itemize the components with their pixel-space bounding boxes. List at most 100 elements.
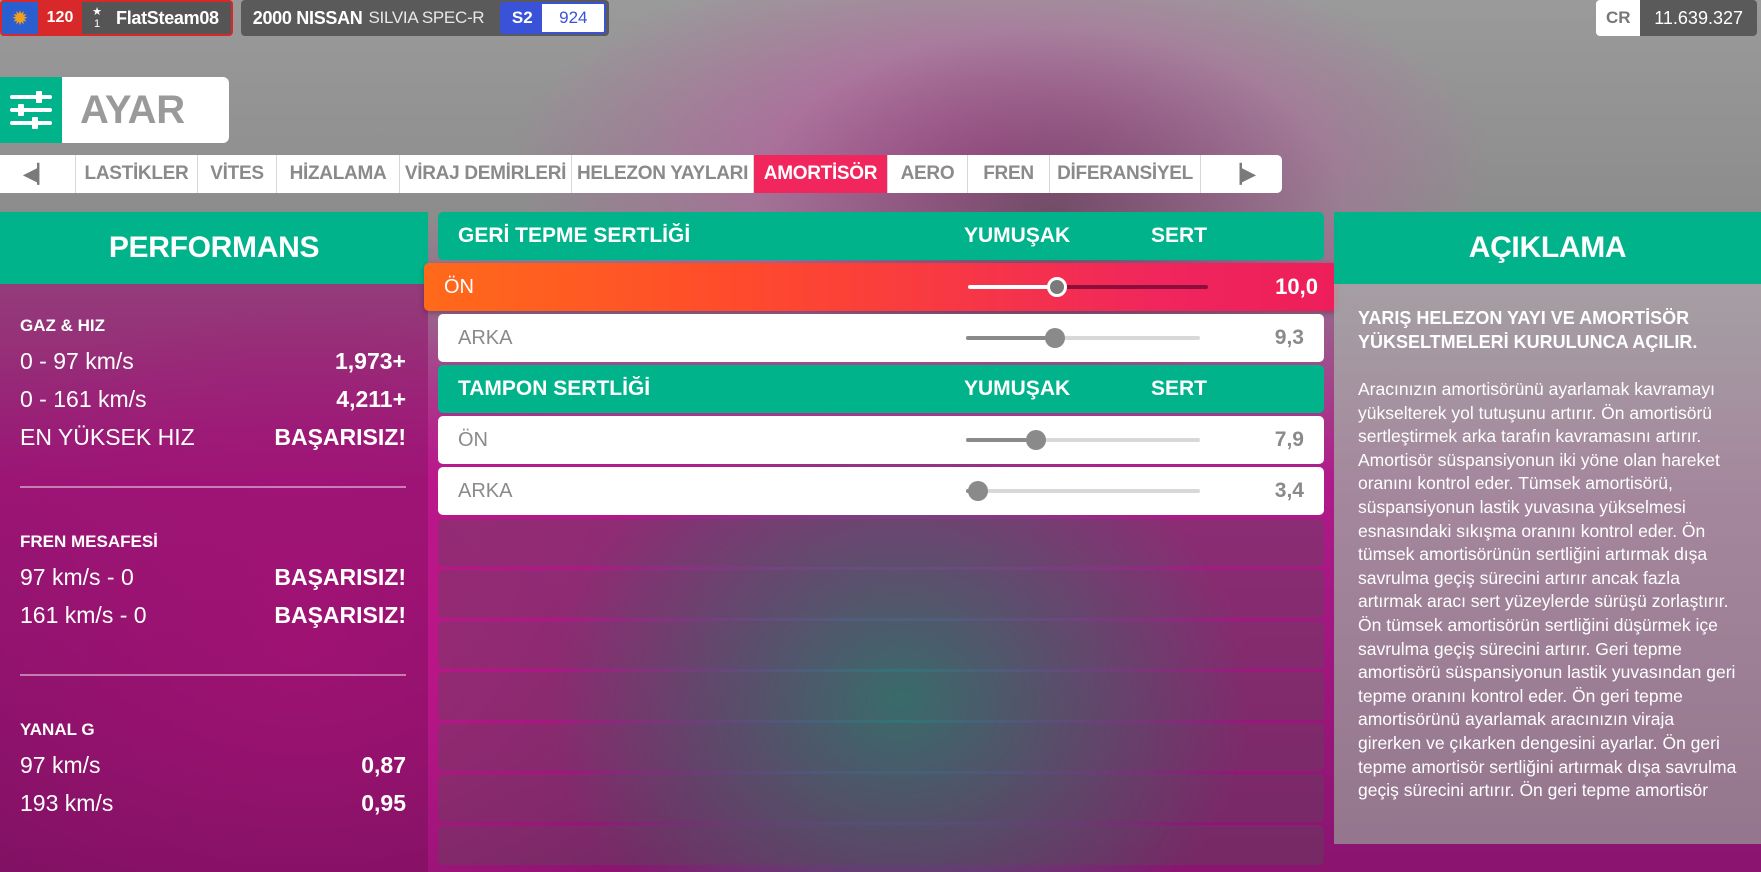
description-text: Aracınızın amortisörünü ayarlamak kavram… — [1358, 379, 1737, 801]
perf-row: 161 km/s - 0 BAŞARISIZ! — [20, 596, 406, 634]
perf-row: 97 km/s - 0 BAŞARISIZ! — [20, 558, 406, 596]
rebound-front-slider[interactable] — [968, 277, 1208, 297]
rebound-front-row[interactable]: ÖN 10,0 — [424, 263, 1338, 311]
perf-row: 0 - 161 km/s 4,211+ — [20, 380, 406, 418]
soft-label: YUMUŞAK — [964, 224, 1071, 247]
description-title: AÇIKLAMA — [1334, 212, 1761, 284]
perf-row: 193 km/s 0,95 — [20, 784, 406, 822]
tab-springs[interactable]: HELEZON YAYLARI — [572, 155, 754, 193]
bump-rear-slider[interactable] — [966, 481, 1200, 501]
bump-front-row[interactable]: ÖN 7,9 — [438, 416, 1324, 464]
hard-label: SERT — [1151, 224, 1208, 247]
perf-section-title: YANAL G — [20, 720, 95, 739]
soft-label: YUMUŞAK — [964, 377, 1071, 400]
tab-alignment[interactable]: HİZALAMA — [277, 155, 400, 193]
perf-label: 0 - 97 km/s — [20, 347, 134, 374]
perf-label: 161 km/s - 0 — [20, 601, 147, 628]
empty-row — [438, 774, 1324, 822]
group-title: TAMPON SERTLİĞİ — [458, 377, 651, 400]
credits-value: 11.639.327 — [1640, 0, 1757, 36]
slider-knob[interactable] — [1044, 328, 1065, 348]
class-pi: 924 — [542, 4, 605, 32]
page-title-box: AYAR — [0, 77, 229, 143]
perf-row: 0 - 97 km/s 1,973+ — [20, 342, 406, 380]
perf-label: 0 - 161 km/s — [20, 385, 147, 412]
prev-arrow-icon: ◀▏ — [23, 163, 52, 184]
rebound-rear-row[interactable]: ARKA 9,3 — [438, 314, 1324, 362]
perf-value: BAŞARISIZ! — [274, 423, 406, 450]
tab-gearing[interactable]: VİTES — [198, 155, 277, 193]
class-letter: S2 — [502, 4, 543, 32]
rank-badge: ★ 1 — [82, 2, 112, 34]
description-heading: YARIŞ HELEZON YAYI VE AMORTİSÖR YÜKSELTM… — [1358, 308, 1698, 352]
perf-section-title: GAZ & HIZ — [20, 316, 105, 335]
empty-row — [438, 672, 1324, 720]
hard-label: SERT — [1151, 377, 1208, 400]
perf-value: 1,973+ — [335, 347, 406, 374]
empty-row — [438, 621, 1324, 669]
tab-aero[interactable]: AERO — [888, 155, 968, 193]
empty-row — [438, 825, 1324, 865]
rebound-stiffness-header: GERİ TEPME SERTLİĞİ YUMUŞAK SERT — [438, 212, 1324, 260]
performance-title: PERFORMANS — [0, 212, 428, 284]
row-label: ÖN — [458, 428, 488, 451]
slider-knob[interactable] — [1026, 430, 1047, 450]
perf-value: BAŞARISIZ! — [274, 563, 406, 590]
credits-display: CR 11.639.327 — [1596, 0, 1757, 36]
damping-tuning-panel: GERİ TEPME SERTLİĞİ YUMUŞAK SERT ÖN 10,0… — [424, 212, 1338, 868]
empty-row — [438, 723, 1324, 771]
tab-differential[interactable]: DİFERANSİYEL — [1050, 155, 1201, 193]
next-arrow-icon: ▕▶ — [1227, 163, 1256, 184]
description-panel: AÇIKLAMA YARIŞ HELEZON YAYI VE AMORTİSÖR… — [1334, 212, 1761, 844]
row-label: ÖN — [444, 275, 474, 298]
row-value: 7,9 — [1274, 428, 1304, 451]
tab-next-button[interactable]: ▕▶ — [1201, 155, 1282, 193]
divider — [20, 674, 406, 676]
bump-stiffness-header: TAMPON SERTLİĞİ YUMUŞAK SERT — [438, 365, 1324, 413]
row-label: ARKA — [458, 479, 513, 502]
perf-value: 0,95 — [361, 789, 406, 816]
divider — [20, 486, 406, 488]
perf-row: 97 km/s 0,87 — [20, 746, 406, 784]
empty-row — [438, 570, 1324, 618]
tab-brake[interactable]: FREN — [968, 155, 1050, 193]
rebound-rear-slider[interactable] — [966, 328, 1200, 348]
perf-label: 97 km/s — [20, 751, 101, 778]
slider-fill — [966, 336, 1055, 340]
slider-fill — [968, 285, 1057, 289]
row-value: 10,0 — [1275, 274, 1318, 299]
perf-value: 0,87 — [361, 751, 406, 778]
row-value: 3,4 — [1274, 479, 1304, 502]
credits-label: CR — [1596, 0, 1641, 36]
slider-knob[interactable] — [967, 481, 988, 501]
car-model: SILVIA SPEC-R — [368, 8, 485, 27]
row-value: 9,3 — [1274, 326, 1304, 349]
car-chip: 2000 NISSAN SILVIA SPEC-R S2 924 — [240, 0, 610, 36]
player-chip[interactable]: ✹ 120 ★ 1 FlatSteam08 — [0, 0, 233, 36]
perf-section-title: FREN MESAFESİ — [20, 532, 158, 551]
bump-rear-row[interactable]: ARKA 3,4 — [438, 467, 1324, 515]
top-bar: ✹ 120 ★ 1 FlatSteam08 2000 NISSAN SILVIA… — [0, 0, 610, 36]
perf-label: 193 km/s — [20, 789, 114, 816]
tab-damping[interactable]: AMORTİSÖR — [754, 155, 888, 193]
page-title: AYAR — [62, 77, 229, 143]
perf-label: 97 km/s - 0 — [20, 563, 134, 590]
gamertag: FlatSteam08 — [112, 2, 231, 34]
perf-row: EN YÜKSEK HIZ BAŞARISIZ! — [20, 418, 406, 456]
hedgehog-icon: ✹ — [2, 2, 38, 34]
perf-value: BAŞARISIZ! — [274, 601, 406, 628]
group-title: GERİ TEPME SERTLİĞİ — [458, 224, 691, 247]
tab-prev-button[interactable]: ◀▏ — [0, 155, 76, 193]
tab-tires[interactable]: LASTİKLER — [76, 155, 198, 193]
row-label: ARKA — [458, 326, 513, 349]
bump-front-slider[interactable] — [966, 430, 1200, 450]
tune-sliders-icon — [0, 77, 62, 143]
empty-row — [438, 519, 1324, 567]
perf-label: EN YÜKSEK HIZ — [20, 423, 195, 450]
tab-antiroll-bars[interactable]: VİRAJ DEMİRLERİ — [400, 155, 572, 193]
perf-value: 4,211+ — [336, 385, 406, 412]
star-icon: ★ — [92, 6, 102, 18]
tuning-tab-bar: ◀▏ LASTİKLER VİTES HİZALAMA VİRAJ DEMİRL… — [0, 155, 1282, 193]
player-level: 120 — [38, 2, 82, 34]
slider-knob[interactable] — [1046, 277, 1067, 297]
